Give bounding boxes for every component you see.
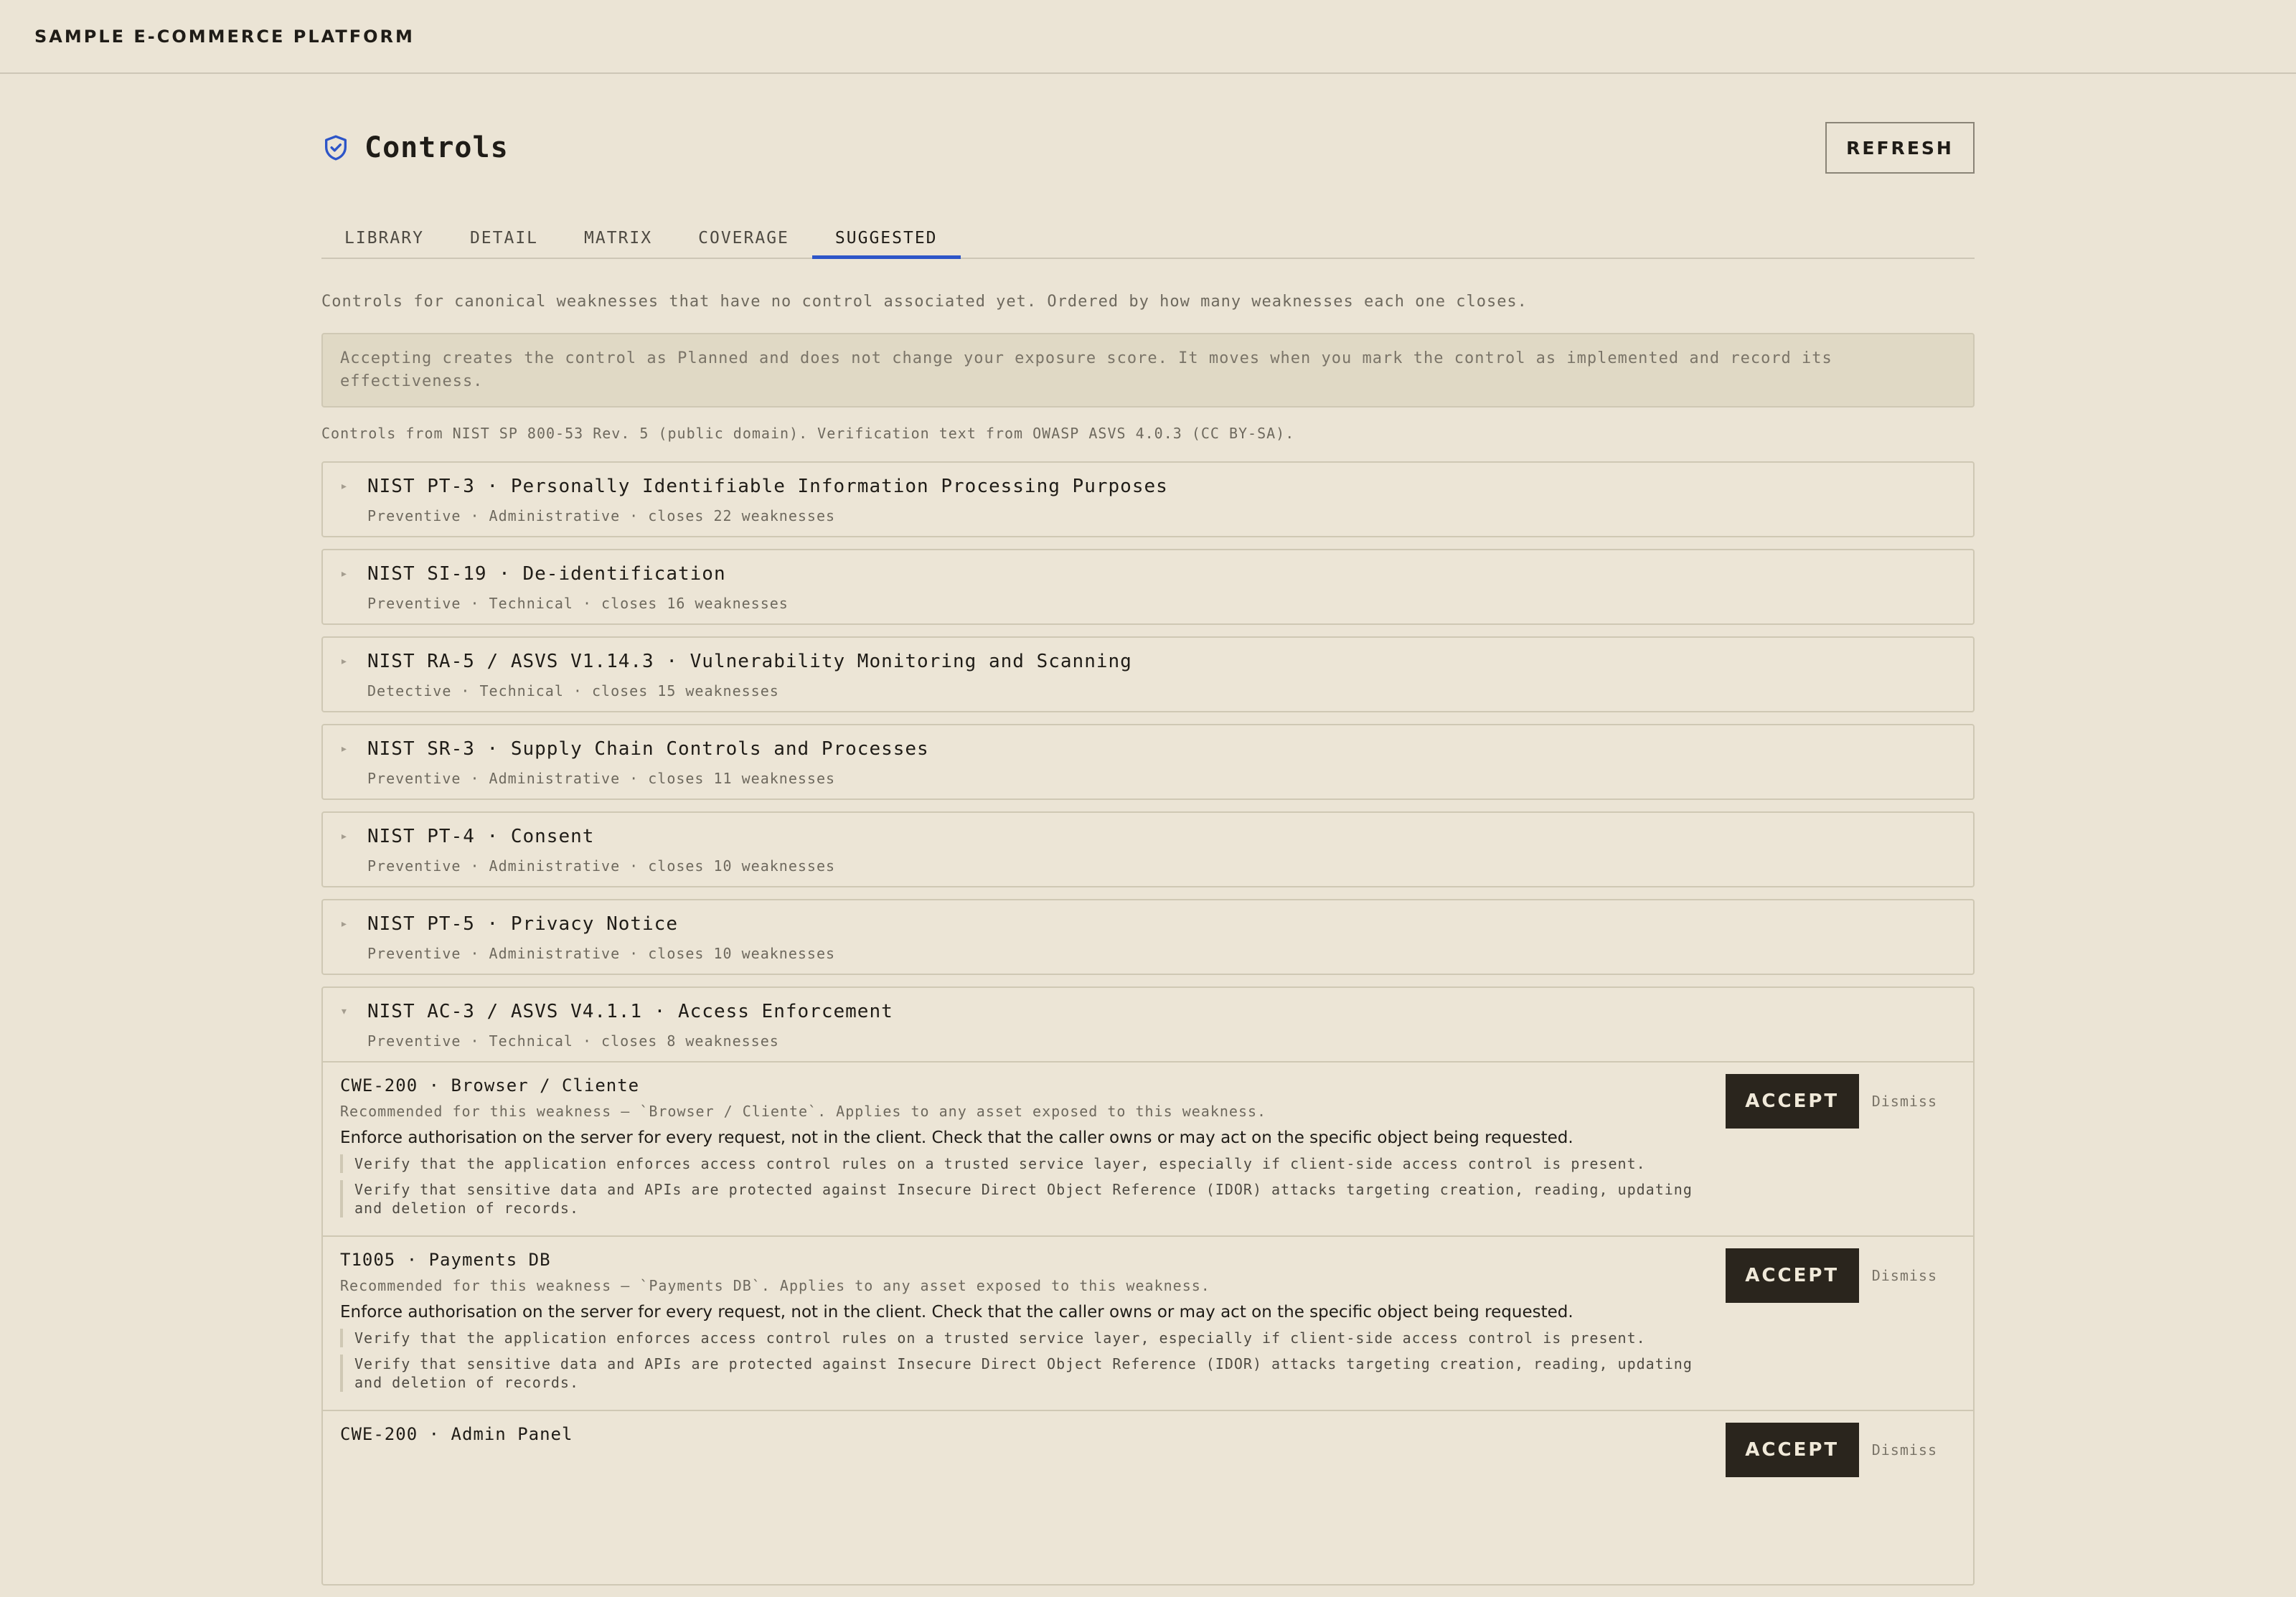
tab-detail[interactable]: DETAIL [447, 217, 561, 259]
dismiss-link[interactable]: Dismiss [1872, 1441, 1937, 1459]
control-card-header[interactable]: ▾ NIST AC-3 / ASVS V4.1.1 · Access Enfor… [323, 988, 1973, 1061]
recommendation-title: CWE-200 · Browser / Cliente [340, 1075, 640, 1096]
chevron-right-icon: ▸ [340, 916, 348, 931]
attribution-text: Controls from NIST SP 800-53 Rev. 5 (pub… [321, 425, 1295, 442]
chevron-right-icon: ▸ [340, 479, 348, 494]
control-card-header[interactable]: ▸ NIST RA-5 / ASVS V1.14.3 · Vulnerabili… [323, 638, 1973, 711]
accept-button[interactable]: ACCEPT [1725, 1423, 1859, 1477]
control-card: ▸ NIST PT-3 · Personally Identifiable In… [321, 461, 1975, 537]
page-title: Controls [364, 131, 509, 164]
verification-requirement: Verify that the application enforces acc… [340, 1154, 1703, 1173]
accept-button[interactable]: ACCEPT [1725, 1248, 1859, 1303]
control-title: NIST RA-5 / ASVS V1.14.3 · Vulnerability… [367, 651, 1132, 672]
control-card: ▸ NIST SR-3 · Supply Chain Controls and … [321, 724, 1975, 800]
control-card-header[interactable]: ▸ NIST PT-5 · Privacy Notice Preventive … [323, 900, 1973, 974]
recommendation-title: T1005 · Payments DB [340, 1250, 551, 1270]
refresh-button[interactable]: REFRESH [1825, 122, 1975, 174]
control-title: NIST PT-5 · Privacy Notice [367, 913, 678, 935]
verification-requirement: Verify that the application enforces acc… [340, 1329, 1703, 1347]
control-meta: Preventive · Administrative · closes 11 … [367, 770, 836, 787]
control-title: NIST SR-3 · Supply Chain Controls and Pr… [367, 738, 929, 760]
chevron-right-icon: ▸ [340, 566, 348, 581]
shield-check-icon [321, 133, 350, 162]
brand-name: SAMPLE E-COMMERCE PLATFORM [34, 26, 415, 47]
control-meta: Detective · Technical · closes 15 weakne… [367, 682, 779, 699]
recommendation-description: Enforce authorisation on the server for … [340, 1303, 1573, 1322]
recommendation-row: CWE-200 · Browser / Cliente Recommended … [323, 1061, 1973, 1235]
verification-requirement: Verify that sensitive data and APIs are … [340, 1355, 1703, 1392]
control-card-header[interactable]: ▸ NIST SI-19 · De-identification Prevent… [323, 550, 1973, 623]
top-bar: SAMPLE E-COMMERCE PLATFORM [0, 0, 2296, 74]
chevron-right-icon: ▸ [340, 829, 348, 844]
dismiss-link[interactable]: Dismiss [1872, 1093, 1937, 1110]
control-title: NIST AC-3 / ASVS V4.1.1 · Access Enforce… [367, 1001, 893, 1022]
chevron-right-icon: ▸ [340, 741, 348, 756]
tab-suggested[interactable]: SUGGESTED [811, 217, 961, 259]
control-meta: Preventive · Administrative · closes 10 … [367, 945, 836, 962]
verification-requirement: Verify that sensitive data and APIs are … [340, 1180, 1703, 1217]
chevron-right-icon: ▸ [340, 654, 348, 669]
control-title: NIST PT-4 · Consent [367, 826, 595, 847]
recommendation-note: Recommended for this weakness — `Payment… [340, 1277, 1210, 1294]
tab-bar: LIBRARY DETAIL MATRIX COVERAGE SUGGESTED [321, 217, 1975, 259]
control-card: ▸ NIST PT-5 · Privacy Notice Preventive … [321, 899, 1975, 975]
page-header: Controls REFRESH [321, 74, 1975, 217]
tab-library[interactable]: LIBRARY [321, 217, 447, 259]
control-meta: Preventive · Technical · closes 16 weakn… [367, 595, 789, 612]
control-title: NIST PT-3 · Personally Identifiable Info… [367, 476, 1168, 497]
recommendation-row: CWE-200 · Admin Panel ACCEPT Dismiss [323, 1410, 1973, 1584]
control-title: NIST SI-19 · De-identification [367, 563, 726, 585]
info-notice: Accepting creates the control as Planned… [321, 333, 1975, 408]
suggested-controls-list: ▸ NIST PT-3 · Personally Identifiable In… [321, 461, 1975, 1597]
recommendation-description: Enforce authorisation on the server for … [340, 1129, 1573, 1147]
tab-coverage[interactable]: COVERAGE [675, 217, 812, 259]
chevron-down-icon: ▾ [340, 1004, 348, 1019]
dismiss-link[interactable]: Dismiss [1872, 1267, 1937, 1284]
recommendation-title: CWE-200 · Admin Panel [340, 1424, 573, 1444]
recommendation-row: T1005 · Payments DB Recommended for this… [323, 1235, 1973, 1410]
control-card-header[interactable]: ▸ NIST PT-3 · Personally Identifiable In… [323, 463, 1973, 536]
control-card: ▸ NIST SI-19 · De-identification Prevent… [321, 549, 1975, 625]
recommendation-note: Recommended for this weakness — `Browser… [340, 1103, 1267, 1120]
control-meta: Preventive · Administrative · closes 10 … [367, 857, 836, 875]
intro-text: Controls for canonical weaknesses that h… [321, 293, 1528, 311]
control-meta: Preventive · Administrative · closes 22 … [367, 507, 836, 524]
control-meta: Preventive · Technical · closes 8 weakne… [367, 1032, 779, 1050]
control-card: ▸ NIST RA-5 / ASVS V1.14.3 · Vulnerabili… [321, 636, 1975, 712]
control-card-expanded: ▾ NIST AC-3 / ASVS V4.1.1 · Access Enfor… [321, 986, 1975, 1586]
accept-button[interactable]: ACCEPT [1725, 1074, 1859, 1129]
control-card-header[interactable]: ▸ NIST PT-4 · Consent Preventive · Admin… [323, 813, 1973, 886]
main-content: Controls REFRESH LIBRARY DETAIL MATRIX C… [321, 74, 1975, 1586]
control-card: ▸ NIST PT-4 · Consent Preventive · Admin… [321, 811, 1975, 887]
control-card-header[interactable]: ▸ NIST SR-3 · Supply Chain Controls and … [323, 725, 1973, 798]
tab-matrix[interactable]: MATRIX [561, 217, 675, 259]
